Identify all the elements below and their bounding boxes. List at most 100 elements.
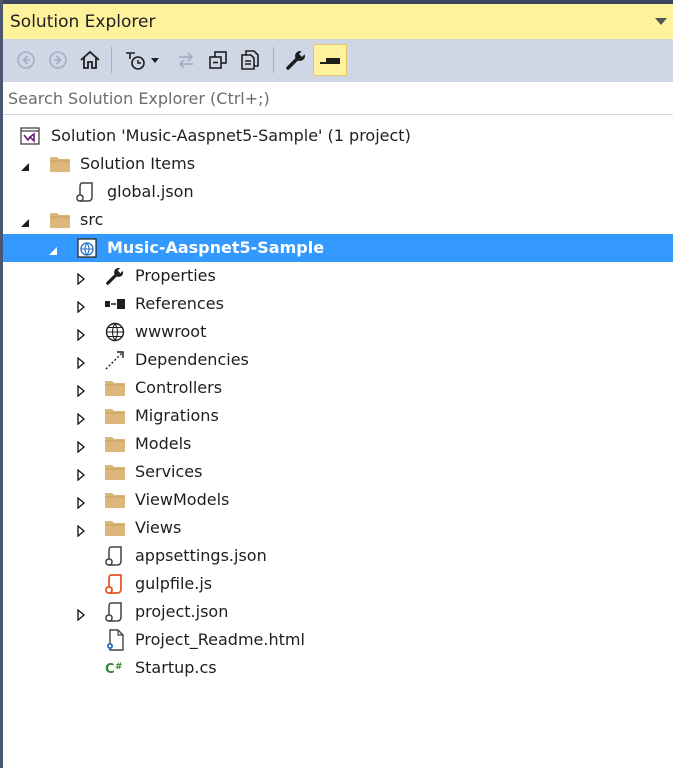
tree-item-label: Music-Aaspnet5-Sample <box>107 238 325 257</box>
tree-item-services[interactable]: Services <box>3 458 673 486</box>
web-project-icon <box>76 237 98 259</box>
back-button[interactable] <box>11 45 41 75</box>
folder-icon <box>104 377 126 399</box>
tree-item-label: gulpfile.js <box>135 574 213 593</box>
tree-item-label: Properties <box>135 266 216 285</box>
tree-item-project-json[interactable]: project.json <box>3 598 673 626</box>
tree-item-models[interactable]: Models <box>3 430 673 458</box>
tree-item-label: Startup.cs <box>135 658 217 677</box>
javascript-file-icon <box>104 573 126 595</box>
visual-studio-solution-icon <box>19 125 41 147</box>
home-button[interactable] <box>75 45 105 75</box>
toolbar-separator <box>273 47 274 73</box>
json-file-icon <box>104 601 126 623</box>
tree-item-properties[interactable]: Properties <box>3 262 673 290</box>
tree-item-label: ViewModels <box>135 490 230 509</box>
forward-arrow-icon <box>49 51 67 69</box>
preview-selected-items-icon <box>320 58 340 64</box>
title-bar: Solution Explorer <box>3 4 673 39</box>
properties-button[interactable] <box>281 45 311 75</box>
tree-item-appsettings-json[interactable]: appsettings.json <box>3 542 673 570</box>
tree-item-startup-cs[interactable]: C # Startup.cs <box>3 654 673 682</box>
tree-item-label: Views <box>135 518 182 537</box>
dependencies-icon <box>104 349 126 371</box>
globe-icon <box>104 321 126 343</box>
window-title: Solution Explorer <box>10 12 156 32</box>
tree-item-label: Controllers <box>135 378 223 397</box>
tree-item-solution[interactable]: Solution 'Music-Aaspnet5-Sample' (1 proj… <box>3 122 673 150</box>
tree-item-solution-items[interactable]: Solution Items <box>3 150 673 178</box>
tree-item-label: Migrations <box>135 406 219 425</box>
collapsed-arrow-icon[interactable] <box>75 354 87 370</box>
tree-item-label: Solution 'Music-Aaspnet5-Sample' (1 proj… <box>51 126 411 145</box>
collapsed-arrow-icon[interactable] <box>75 522 87 538</box>
expanded-arrow-icon[interactable] <box>19 158 31 171</box>
folder-icon <box>49 209 71 231</box>
tree-item-dependencies[interactable]: Dependencies <box>3 346 673 374</box>
folder-icon <box>104 489 126 511</box>
folder-icon <box>104 517 126 539</box>
tree-item-views[interactable]: Views <box>3 514 673 542</box>
tree-item-label: Dependencies <box>135 350 249 369</box>
expanded-arrow-icon[interactable] <box>47 242 59 255</box>
tree-item-project[interactable]: Music-Aaspnet5-Sample <box>3 234 673 262</box>
toolbar <box>3 39 673 81</box>
tree-item-label: References <box>135 294 224 313</box>
references-icon <box>104 293 126 315</box>
collapsed-arrow-icon[interactable] <box>75 270 87 286</box>
collapsed-arrow-icon[interactable] <box>75 606 87 622</box>
collapsed-arrow-icon[interactable] <box>75 494 87 510</box>
sync-with-active-document-icon <box>178 52 194 69</box>
expanded-arrow-icon[interactable] <box>19 214 31 227</box>
tree-item-label: Models <box>135 434 192 453</box>
svg-text:#: # <box>115 662 123 672</box>
tree-item-src[interactable]: src <box>3 206 673 234</box>
back-arrow-icon <box>17 51 35 69</box>
folder-icon <box>49 153 71 175</box>
html-file-icon <box>104 629 126 651</box>
tree-item-label: appsettings.json <box>135 546 267 565</box>
home-icon <box>80 50 100 69</box>
tree-item-controllers[interactable]: Controllers <box>3 374 673 402</box>
tree-item-global-json[interactable]: global.json <box>3 178 673 206</box>
properties-wrench-icon <box>286 49 307 70</box>
show-all-files-button[interactable] <box>235 45 265 75</box>
tree-item-label: global.json <box>107 182 194 201</box>
svg-text:C: C <box>105 662 115 676</box>
forward-button[interactable] <box>43 45 73 75</box>
pending-changes-filter-button[interactable] <box>121 45 165 75</box>
tree-item-wwwroot[interactable]: wwwroot <box>3 318 673 346</box>
collapsed-arrow-icon[interactable] <box>75 466 87 482</box>
window-options-dropdown-icon[interactable] <box>655 18 667 25</box>
collapsed-arrow-icon[interactable] <box>75 382 87 398</box>
preview-selected-items-button[interactable] <box>313 44 347 76</box>
json-file-icon <box>104 545 126 567</box>
tree-item-references[interactable]: References <box>3 290 673 318</box>
tree-item-gulpfile-js[interactable]: gulpfile.js <box>3 570 673 598</box>
folder-icon <box>104 433 126 455</box>
sync-with-active-document-button[interactable] <box>171 45 201 75</box>
search-box <box>3 81 673 115</box>
collapse-all-button[interactable] <box>203 45 233 75</box>
tree-item-label: src <box>80 210 104 229</box>
tree-item-viewmodels[interactable]: ViewModels <box>3 486 673 514</box>
collapsed-arrow-icon[interactable] <box>75 298 87 314</box>
collapse-all-icon <box>209 51 227 69</box>
tree-item-project-readme-html[interactable]: Project_Readme.html <box>3 626 673 654</box>
collapsed-arrow-icon[interactable] <box>75 438 87 454</box>
wrench-icon <box>104 265 126 287</box>
tree-item-migrations[interactable]: Migrations <box>3 402 673 430</box>
collapsed-arrow-icon[interactable] <box>75 326 87 342</box>
pending-changes-filter-icon <box>126 52 159 70</box>
json-file-icon <box>75 181 97 203</box>
tree-item-label: Project_Readme.html <box>135 630 305 649</box>
toolbar-separator <box>111 47 112 73</box>
collapsed-arrow-icon[interactable] <box>75 410 87 426</box>
folder-icon <box>104 405 126 427</box>
tree-item-label: project.json <box>135 602 229 621</box>
show-all-files-icon <box>241 50 259 70</box>
csharp-file-icon: C # <box>104 657 126 679</box>
folder-icon <box>104 461 126 483</box>
tree-item-label: Solution Items <box>80 154 196 173</box>
search-input[interactable] <box>8 87 658 109</box>
